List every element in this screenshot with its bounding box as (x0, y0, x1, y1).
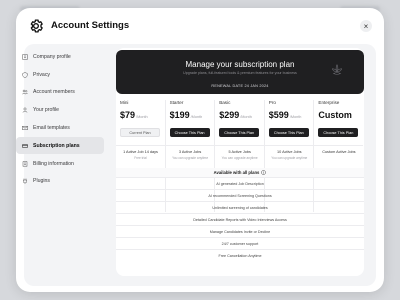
plan-period: /Month (190, 115, 203, 119)
sidebar-item-label: Privacy (33, 71, 51, 78)
gear-icon (30, 19, 43, 33)
plan-price: Custom (318, 110, 353, 120)
plan-price-value: $299 (219, 110, 240, 120)
building-icon (22, 54, 28, 60)
plan-divider (314, 145, 364, 146)
plan-note: You can upgrade anytime (271, 156, 308, 160)
feature-row: AI recommended Screening Questions (116, 189, 364, 201)
feature-row: Free Cancellation Anytime (116, 249, 364, 261)
sidebar-item-label: Company profile (33, 53, 71, 60)
plan-name: Enterprise (318, 100, 340, 105)
plan-name: Mini (120, 100, 129, 105)
sidebar-item-your-profile[interactable]: Your profile (16, 101, 104, 119)
plan-period: /Month (289, 115, 302, 119)
plan-note: You can upgrade anytime (172, 156, 209, 160)
features-heading-label: Available with all plans (213, 170, 260, 175)
plan-period: /Month (136, 115, 148, 119)
plan-active-jobs: 1 Active Job 14 days (123, 150, 158, 154)
feature-row: Manage Candidates Invite or Decline (116, 225, 364, 237)
sidebar-item-label: Billing information (33, 160, 74, 167)
modal-title: Account Settings (51, 20, 130, 31)
receipt-icon (22, 160, 28, 167)
feature-row: Detailed Candidate Reports with Video In… (116, 213, 364, 225)
sidebar-item-label: Account members (33, 89, 75, 96)
choose-plan-button[interactable]: Choose This Plan (318, 128, 359, 137)
plan-price: $599/Month (269, 110, 302, 120)
plan-active-jobs: 5 Active Jobs (228, 150, 251, 154)
feature-row: Unlimited screening of candidates (116, 201, 364, 213)
close-button[interactable]: × (360, 20, 372, 32)
plan-price: $299/Month (219, 110, 252, 120)
plan-active-jobs: 3 Active Jobs (178, 150, 202, 154)
plan-price-value: $199 (169, 110, 190, 120)
subscription-hero: Manage your subscription plan Upgrade pl… (116, 50, 364, 94)
card-icon (22, 143, 28, 149)
plan-active-jobs: Custom Active Jobs (322, 150, 356, 154)
users-icon (22, 89, 28, 95)
plan-divider (215, 145, 265, 146)
settings-sidebar: Company profile Privacy Account members You… (16, 48, 104, 190)
hero-subtitle: Upgrade plans, full-featured tools & pre… (183, 71, 297, 75)
plan-divider (264, 145, 314, 146)
sidebar-item-subscription-plans[interactable]: Subscription plans (16, 136, 104, 155)
sidebar-item-privacy[interactable]: Privacy (16, 66, 104, 84)
features-list: Available with all plans AI generated Jo… (116, 168, 364, 261)
plan-price: $79/Month (120, 110, 148, 120)
sidebar-item-label: Subscription plans (33, 142, 80, 149)
plan-note: Free trial (134, 156, 147, 160)
plan-active-jobs: 10 Active Jobs (277, 150, 302, 154)
sidebar-item-account-members[interactable]: Account members (16, 84, 104, 102)
user-icon (22, 107, 28, 113)
plan-name: Starter (169, 100, 184, 105)
feature-row: AI generated Job Description (116, 177, 364, 189)
mail-icon (22, 125, 28, 131)
plan-divider (116, 145, 165, 146)
choose-plan-button[interactable]: Choose This Plan (268, 128, 309, 137)
plan-price-value: $599 (268, 110, 289, 120)
plan-note: You can upgrade anytime (221, 156, 258, 160)
sidebar-item-plugins[interactable]: Plugins (16, 173, 104, 191)
plan-price-value: Custom (318, 110, 352, 120)
sidebar-item-label: Email templates (33, 124, 70, 131)
sidebar-item-billing-information[interactable]: Billing information (16, 155, 104, 173)
plan-price: $199/Month (170, 110, 203, 120)
sidebar-item-label: Your profile (33, 107, 60, 114)
renewal-date: RENEWAL DATE 24 JAN 2024 (211, 84, 269, 88)
choose-plan-button[interactable]: Choose This Plan (169, 128, 210, 137)
plan-name: Pro (268, 100, 276, 105)
subscription-panel: Manage your subscription plan Upgrade pl… (116, 48, 364, 276)
choose-plan-button[interactable]: Choose This Plan (219, 128, 260, 137)
plan-divider (165, 145, 215, 146)
current-plan-button[interactable]: Current Plan (120, 128, 160, 137)
hero-title: Manage your subscription plan (185, 60, 295, 69)
modal-header: Account Settings × (16, 8, 384, 46)
plan-name: Basic (219, 100, 231, 105)
plug-icon (22, 178, 28, 185)
feature-row: 24/7 customer support (116, 237, 364, 249)
sidebar-item-company-profile[interactable]: Company profile (16, 48, 104, 66)
info-icon[interactable] (261, 170, 267, 175)
sidebar-item-label: Plugins (33, 178, 51, 185)
sidebar-item-email-templates[interactable]: Email templates (16, 119, 104, 137)
plan-price-value: $79 (120, 110, 136, 120)
brand-logo-icon (331, 64, 343, 75)
shield-icon (22, 71, 28, 78)
features-heading: Available with all plans (116, 168, 364, 177)
plan-period: /Month (240, 115, 252, 119)
